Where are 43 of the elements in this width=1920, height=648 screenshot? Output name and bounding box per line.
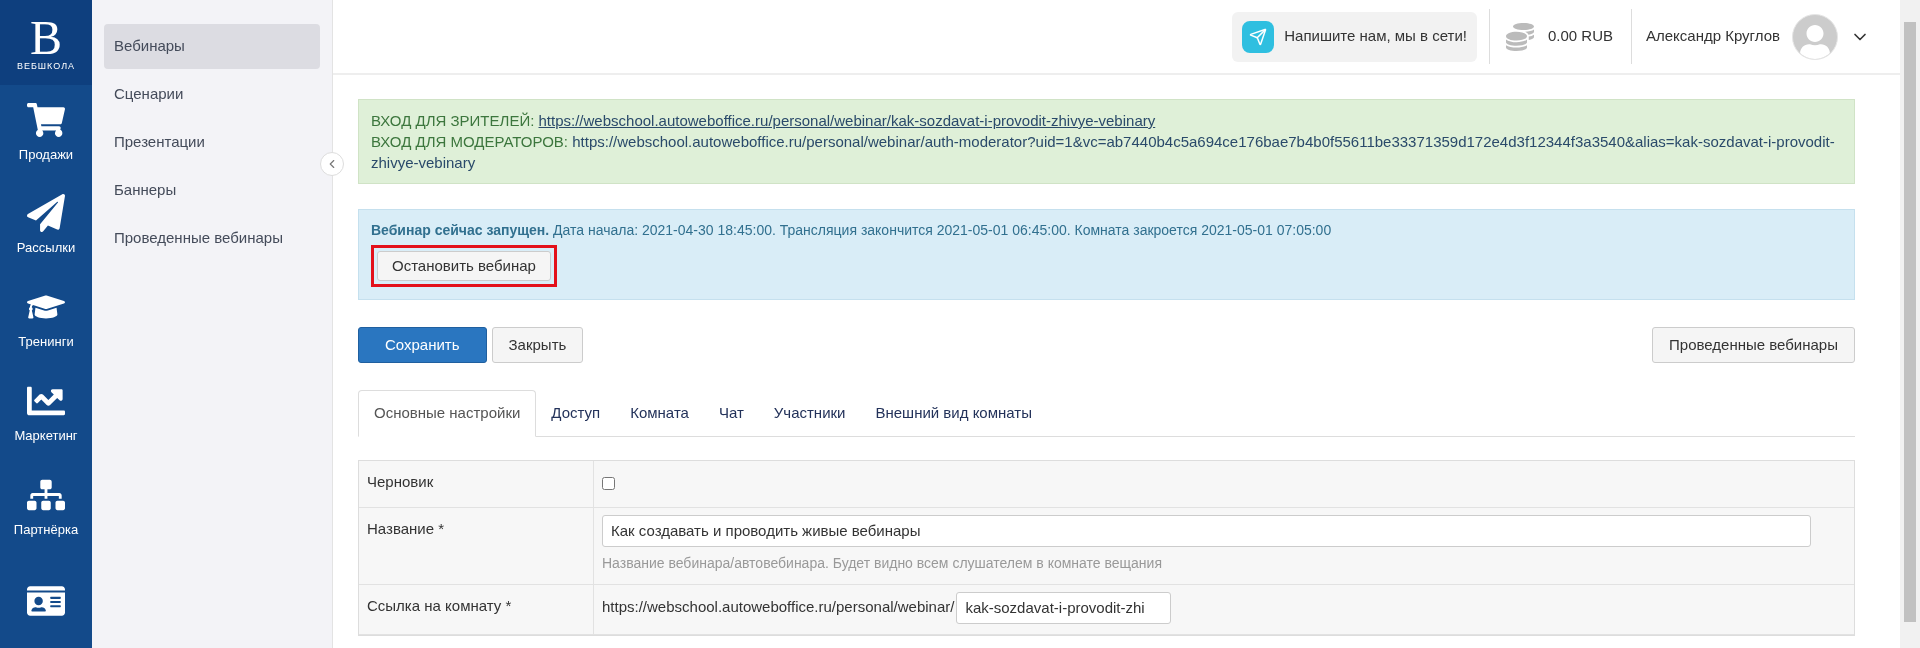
field-label: Название * (367, 519, 445, 537)
tab[interactable]: Чат (703, 390, 759, 437)
viewers-label: ВХОД ДЛЯ ЗРИТЕЛЕЙ: (371, 112, 535, 129)
field-label: Ссылка на комнату * (367, 596, 512, 614)
scrollbar[interactable] (1900, 0, 1920, 648)
balance: 0.00 RUB (1547, 26, 1613, 47)
avatar (1792, 13, 1838, 60)
chat-button[interactable]: Напишите нам, мы в сети! (1232, 11, 1477, 62)
url-prefix: https://webschool.autoweboffice.ru/personal/webinar/ (602, 597, 955, 618)
past-webinars-button[interactable]: Проведенные вебинары (1652, 327, 1855, 363)
collapse-button[interactable] (320, 152, 344, 176)
user-menu[interactable]: Александр Круглов (1646, 13, 1870, 60)
rail-item[interactable]: Партнёрка (0, 460, 92, 555)
submenu-item[interactable]: Баннеры (104, 168, 320, 213)
tab[interactable]: Участники (758, 390, 861, 437)
moderators-entry: ВХОД ДЛЯ МОДЕРАТОРОВ: https://webschool.autoweboffice.ru/personal/webinar/auth-moderator?uid=1&vc=ab7440b4c5a694ce176bae7b4b0f55611be33371359d172e4d3f12344f3a3540&alias=kak-sozdavat-i-provodit-zhivye-vebinary (371, 132, 1836, 173)
logo[interactable]: В ВЕБШКОЛА (0, 0, 92, 86)
tab[interactable]: Комната (615, 390, 704, 437)
submenu-item[interactable]: Проведенные вебинары (104, 216, 320, 261)
stop-webinar-button[interactable]: Остановить вебинар (377, 251, 551, 281)
paper-plane-icon (27, 194, 65, 233)
tab[interactable]: Основные настройки (358, 390, 537, 437)
rail-item[interactable]: Продажи (0, 85, 92, 180)
submenu-item[interactable]: Презентации (104, 120, 320, 165)
status-text: Вебинар сейчас запущен. Дата начала: 2021-04-30 18:45:00. Трансляция закончится 2021-05-01 06:45:00. Комната закроется 2021-05-01 07:05:00 (371, 221, 1333, 240)
chat-logo-icon (1242, 20, 1275, 53)
rail-item[interactable]: Маркетинг (0, 366, 92, 461)
alias-input[interactable]: kak-sozdavat-i-provodit-zhi (956, 591, 1172, 624)
submenu-item[interactable]: Сценарии (104, 72, 320, 117)
title-input[interactable]: Как создавать и проводить живые вебинары (602, 514, 1811, 547)
tab[interactable]: Доступ (536, 390, 616, 437)
close-button[interactable]: Закрыть (491, 327, 584, 363)
field-hint: Название вебинара/автовебинара. Будет видно всем слушателем в комнате вещания (602, 553, 1163, 573)
field-label: Черновик (367, 473, 434, 490)
tab[interactable]: Внешний вид комнаты (860, 390, 1047, 437)
cart-icon (27, 100, 65, 139)
draft-checkbox[interactable] (602, 477, 615, 490)
rail-item[interactable]: Тренинги (0, 272, 92, 367)
rail-item[interactable]: Рассылки (0, 179, 92, 273)
viewers-link[interactable]: https://webschool.autoweboffice.ru/personal/webinar/kak-sozdavat-i-provodit-zhivye-vebinary (538, 112, 1156, 129)
coins-icon (1505, 22, 1534, 51)
submenu-item[interactable]: Вебинары (104, 24, 320, 69)
save-button[interactable]: Сохранить (358, 327, 487, 363)
